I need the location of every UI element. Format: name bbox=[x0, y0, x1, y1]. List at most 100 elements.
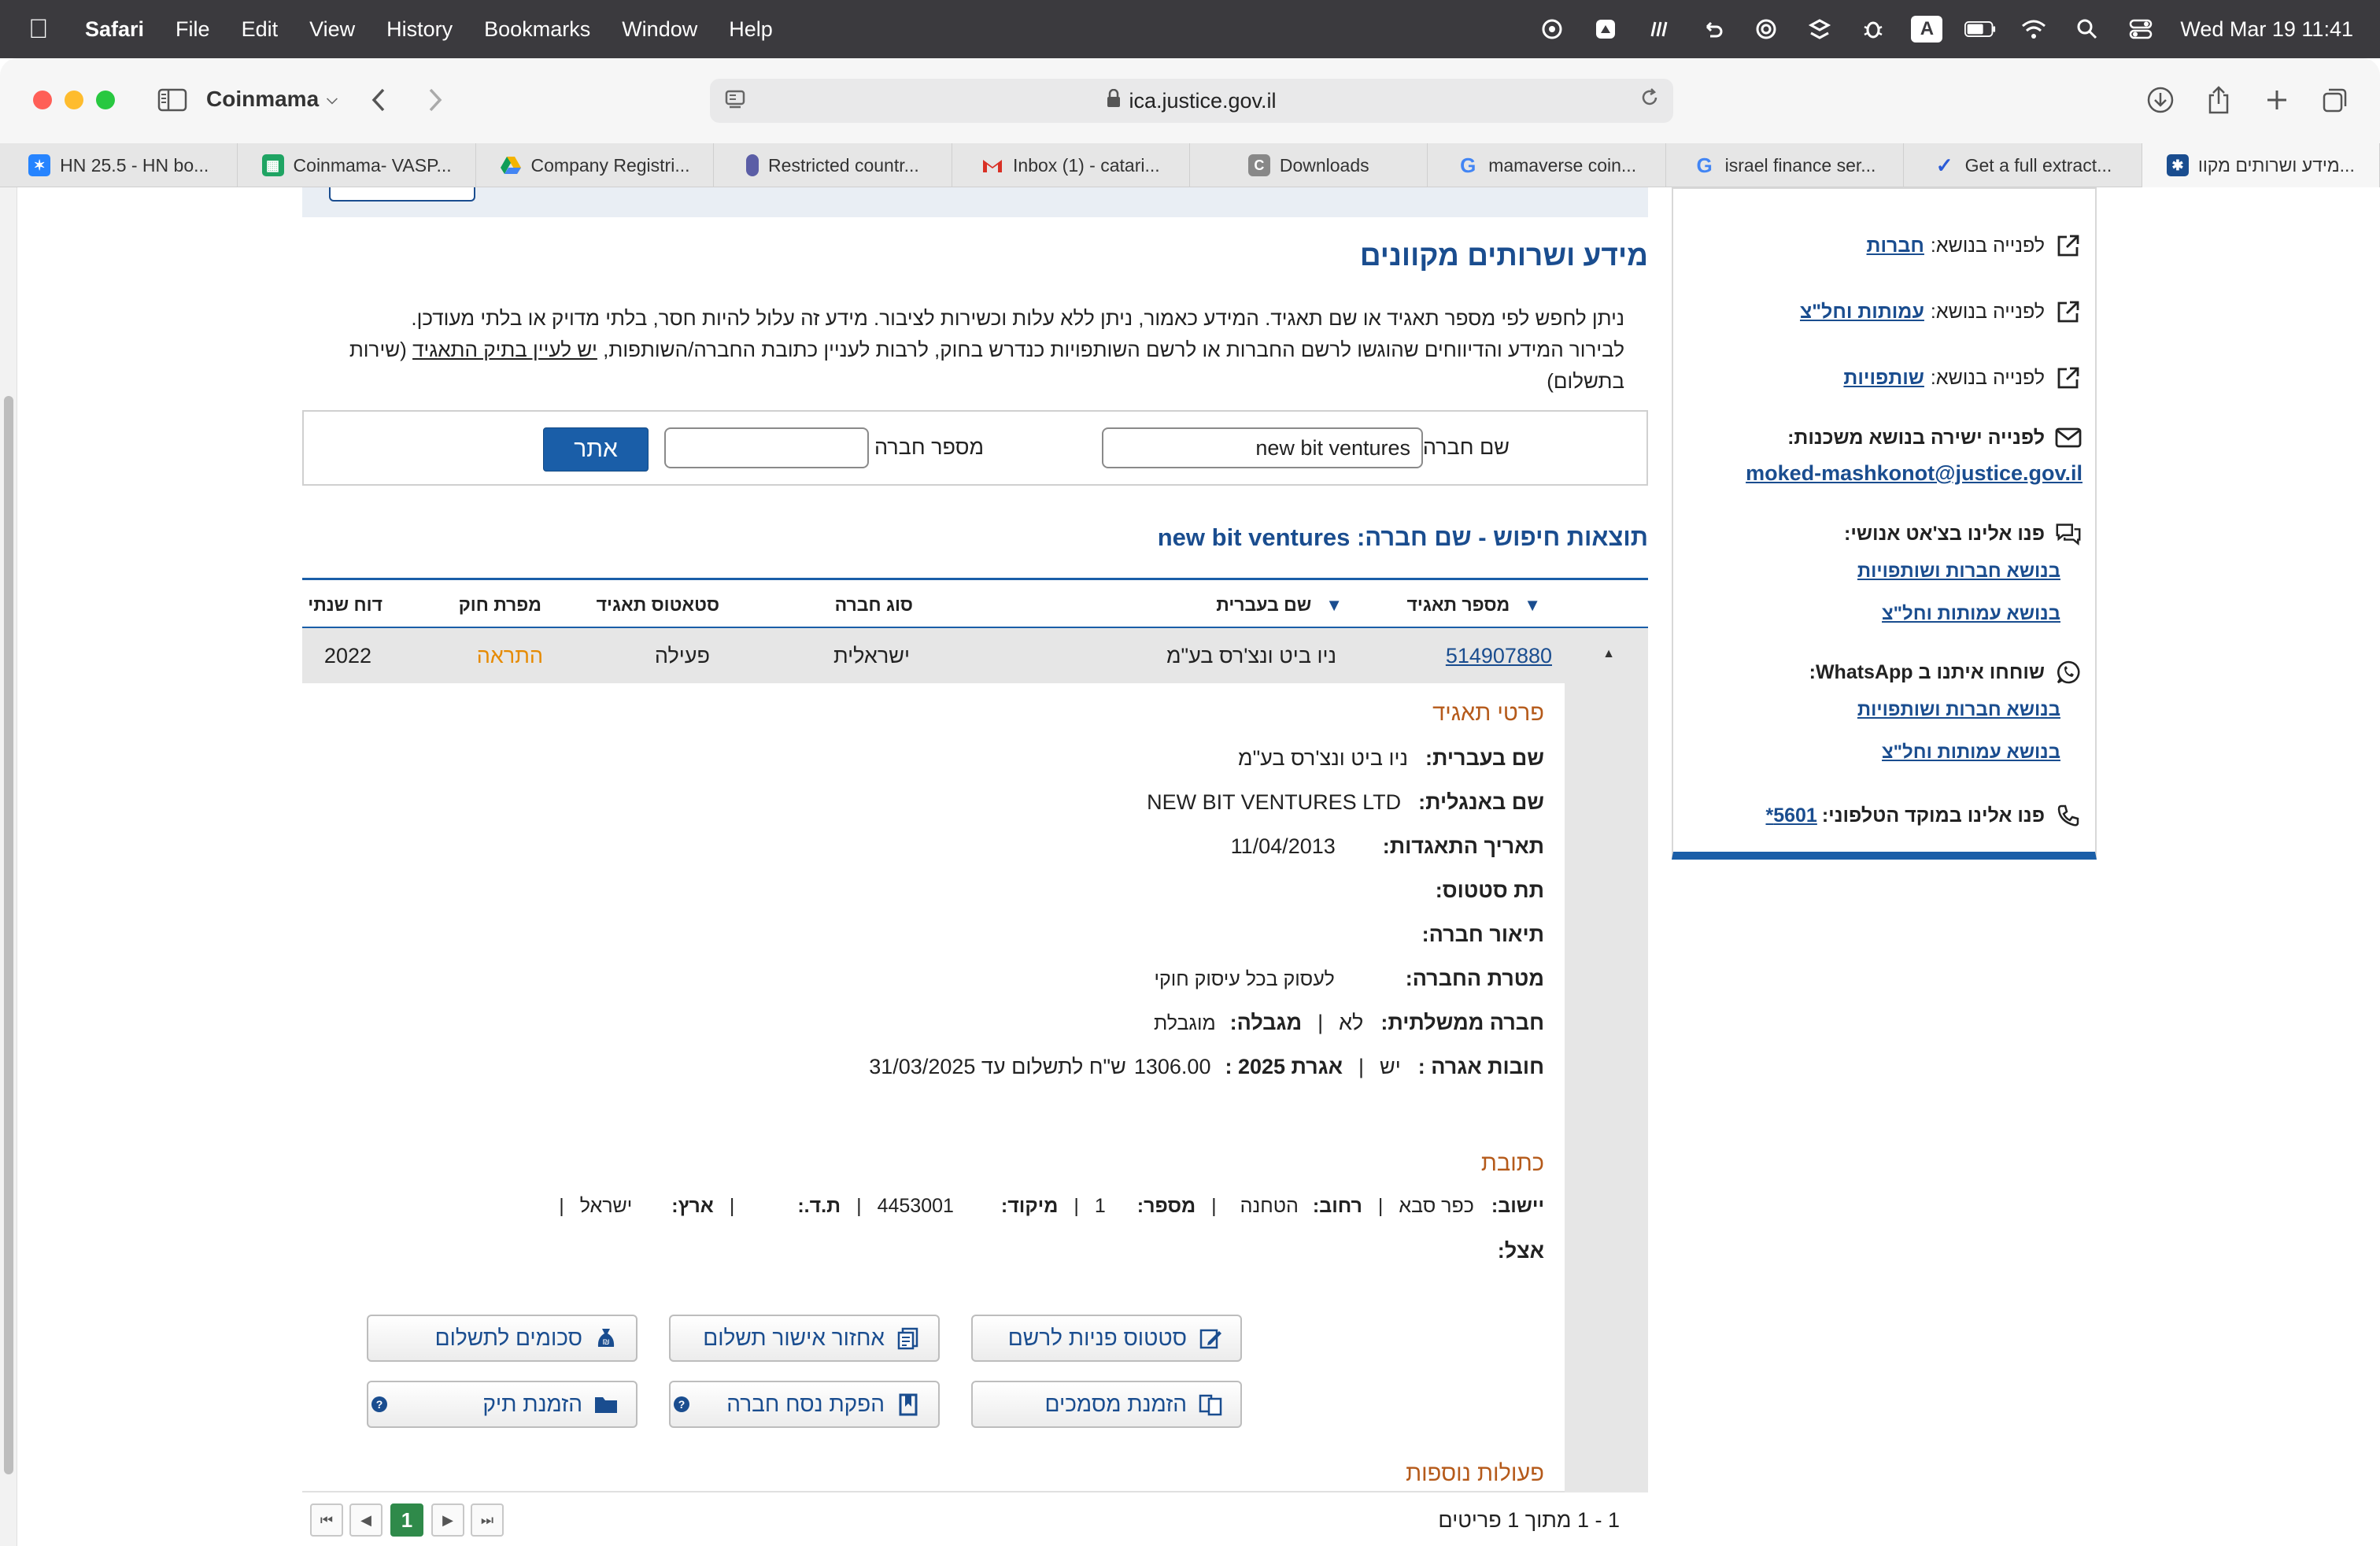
row-expander-icon[interactable]: ▲ bbox=[1602, 647, 1615, 661]
tab-group-selector[interactable]: Coinmama ⌵ bbox=[206, 87, 338, 112]
tab-gmail-inbox[interactable]: Inbox (1) - catari... bbox=[952, 143, 1191, 187]
spotlight-search-icon[interactable] bbox=[2071, 13, 2103, 45]
table-row[interactable]: ▲ 514907880 ניו ביט ונצ'רס בע"מ ישראלית … bbox=[302, 628, 1648, 683]
tab-downloads[interactable]: C Downloads bbox=[1190, 143, 1428, 187]
sidebar-chat: פנו אלינו בצ'אט אנושי: bbox=[1844, 520, 2082, 548]
share-icon[interactable] bbox=[2201, 82, 2237, 118]
whatsapp-companies-link[interactable]: בנושא חברות ושותפויות bbox=[1857, 699, 2060, 721]
company-number-link[interactable]: 514907880 bbox=[1446, 644, 1552, 668]
help-icon[interactable]: ? bbox=[371, 1396, 387, 1412]
back-icon[interactable] bbox=[360, 82, 397, 118]
col-company-status[interactable]: סטאטוס תאגיד bbox=[597, 594, 719, 616]
page-number-current[interactable]: 1 bbox=[390, 1503, 423, 1537]
forward-icon[interactable] bbox=[417, 82, 453, 118]
tab-mamaverse[interactable]: G mamaverse coin... bbox=[1428, 143, 1666, 187]
partial-button[interactable] bbox=[329, 187, 475, 202]
next-page-icon[interactable]: ▶ bbox=[431, 1503, 464, 1537]
control-center-icon[interactable] bbox=[2125, 13, 2156, 45]
minimize-window-button[interactable] bbox=[65, 91, 83, 109]
prev-page-icon[interactable]: ◀ bbox=[349, 1503, 382, 1537]
mortgage-email-link[interactable]: moked-mashkonot@justice.gov.il bbox=[1746, 461, 2082, 486]
tab-overview-icon[interactable] bbox=[2317, 82, 2353, 118]
sidebar-partnerships: לפנייה בנושא: שותפויות bbox=[1843, 364, 2082, 392]
layers-status-icon[interactable] bbox=[1804, 13, 1835, 45]
external-link-icon bbox=[2054, 231, 2082, 260]
value: 11/04/2013 bbox=[1230, 834, 1336, 858]
app-status-icon[interactable] bbox=[1590, 13, 1621, 45]
tab-label: מידע ושרותים מקוו... bbox=[2197, 154, 2355, 176]
address-bar[interactable]: ica.justice.gov.il bbox=[710, 79, 1673, 123]
menu-history[interactable]: History bbox=[386, 17, 453, 42]
left-scrollbar[interactable] bbox=[0, 187, 17, 1546]
menubar-clock[interactable]: Wed Mar 19 11:41 bbox=[2180, 17, 2353, 42]
downloads-icon[interactable] bbox=[2142, 82, 2179, 118]
col-hebrew-name[interactable]: ▼ שם בעברית bbox=[1216, 594, 1343, 616]
whatsapp-amutot-link[interactable]: בנושא עמותות וחל"צ bbox=[1882, 742, 2060, 764]
separator: | bbox=[729, 1195, 735, 1217]
wifi-icon[interactable] bbox=[2018, 13, 2049, 45]
chatgpt-status-icon[interactable] bbox=[1536, 13, 1568, 45]
order-file-button[interactable]: הזמנת תיק ? bbox=[367, 1381, 638, 1428]
company-name-input[interactable] bbox=[1102, 427, 1423, 468]
reload-icon[interactable] bbox=[1639, 87, 1661, 114]
page-menu-icon[interactable] bbox=[724, 88, 748, 112]
key: שם באנגלית: bbox=[1418, 790, 1544, 814]
last-page-icon[interactable]: ⏭ bbox=[471, 1503, 504, 1537]
menu-help[interactable]: Help bbox=[729, 17, 773, 42]
menu-view[interactable]: View bbox=[309, 17, 355, 42]
value: NEW BIT VENTURES LTD bbox=[1147, 790, 1402, 814]
filing-status-button[interactable]: סטטוס פניות לרשם bbox=[971, 1315, 1242, 1362]
filter-icon[interactable]: ▼ bbox=[1325, 595, 1343, 616]
back-arrow-status-icon[interactable] bbox=[1697, 13, 1728, 45]
detail-purpose: מטרת החברה: לעסוק בכל עיסוק חוקי bbox=[1155, 967, 1544, 991]
amounts-due-button[interactable]: ₪ סכומים לתשלום bbox=[367, 1315, 638, 1362]
menu-file[interactable]: File bbox=[176, 17, 210, 42]
bug-status-icon[interactable] bbox=[1857, 13, 1889, 45]
close-window-button[interactable] bbox=[33, 91, 52, 109]
search-button[interactable]: אתר bbox=[543, 427, 649, 472]
sidebar-toggle-icon[interactable] bbox=[154, 82, 190, 118]
chat-amutot-link[interactable]: בנושא עמותות וחל"צ bbox=[1882, 603, 2060, 625]
menu-app-safari[interactable]: Safari bbox=[85, 17, 144, 42]
col-law-violator[interactable]: מפרת חוק bbox=[459, 594, 541, 616]
tab-restricted-countries[interactable]: Restricted countr... bbox=[714, 143, 952, 187]
filter-icon[interactable]: ▼ bbox=[1524, 595, 1541, 616]
col-company-number[interactable]: ▼ מספר תאגיד bbox=[1407, 594, 1542, 616]
tab-israel-finance[interactable]: G israel finance ser... bbox=[1666, 143, 1905, 187]
zoom-window-button[interactable] bbox=[96, 91, 115, 109]
tab-coinmama-vasp[interactable]: ▦ Coinmama- VASP... bbox=[238, 143, 476, 187]
privacy-status-icon[interactable] bbox=[1750, 13, 1782, 45]
tab-label: HN 25.5 - HN bo... bbox=[60, 154, 209, 176]
col-company-type[interactable]: סוג חברה bbox=[835, 594, 913, 616]
company-file-link[interactable]: יש לעיין בתיק התאגיד bbox=[412, 338, 597, 361]
chat-companies-link[interactable]: בנושא חברות ושותפויות bbox=[1857, 560, 2060, 583]
tab-company-registries[interactable]: Company Registri... bbox=[476, 143, 715, 187]
menu-bookmarks[interactable]: Bookmarks bbox=[484, 17, 590, 42]
tab-ica-justice[interactable]: ✱ מידע ושרותים מקוו... bbox=[2142, 143, 2380, 187]
company-extract-button[interactable]: הפקת נסח חברה ? bbox=[669, 1381, 940, 1428]
phone-number-link[interactable]: 5601* bbox=[1765, 804, 1816, 827]
sidebar-link-amutot[interactable]: עמותות וחל"צ bbox=[1800, 301, 1924, 324]
payment-restore-button[interactable]: אחזור אישור תשלום bbox=[669, 1315, 940, 1362]
sidebar-link-partnerships[interactable]: שותפויות bbox=[1843, 367, 1924, 390]
contact-sidebar: לפנייה בנושא: חברות לפנייה בנושא: עמותות… bbox=[1672, 187, 2097, 860]
value: כפר סבא bbox=[1399, 1195, 1474, 1217]
tab-full-extract[interactable]: ✓ Get a full extract... bbox=[1904, 143, 2142, 187]
col-annual-report[interactable]: דוח שנתי bbox=[308, 594, 382, 616]
apple-menu-icon[interactable]:  bbox=[28, 14, 60, 45]
battery-icon[interactable] bbox=[1964, 13, 1996, 45]
external-link-icon bbox=[2054, 364, 2082, 392]
first-page-icon[interactable]: ⏮ bbox=[310, 1503, 343, 1537]
menu-window[interactable]: Window bbox=[622, 17, 697, 42]
tab-label: Coinmama- VASP... bbox=[293, 154, 452, 176]
scrollbar-thumb[interactable] bbox=[4, 396, 13, 1474]
bars-status-icon[interactable] bbox=[1643, 13, 1675, 45]
menu-edit[interactable]: Edit bbox=[242, 17, 279, 42]
help-icon[interactable]: ? bbox=[674, 1396, 689, 1412]
input-source-icon[interactable]: A bbox=[1911, 13, 1943, 45]
order-documents-button[interactable]: הזמנת מסמכים bbox=[971, 1381, 1242, 1428]
tab-hn[interactable]: ✶ HN 25.5 - HN bo... bbox=[0, 143, 238, 187]
sidebar-link-companies[interactable]: חברות bbox=[1867, 235, 1924, 257]
company-number-input[interactable] bbox=[664, 427, 869, 468]
new-tab-icon[interactable] bbox=[2259, 82, 2295, 118]
